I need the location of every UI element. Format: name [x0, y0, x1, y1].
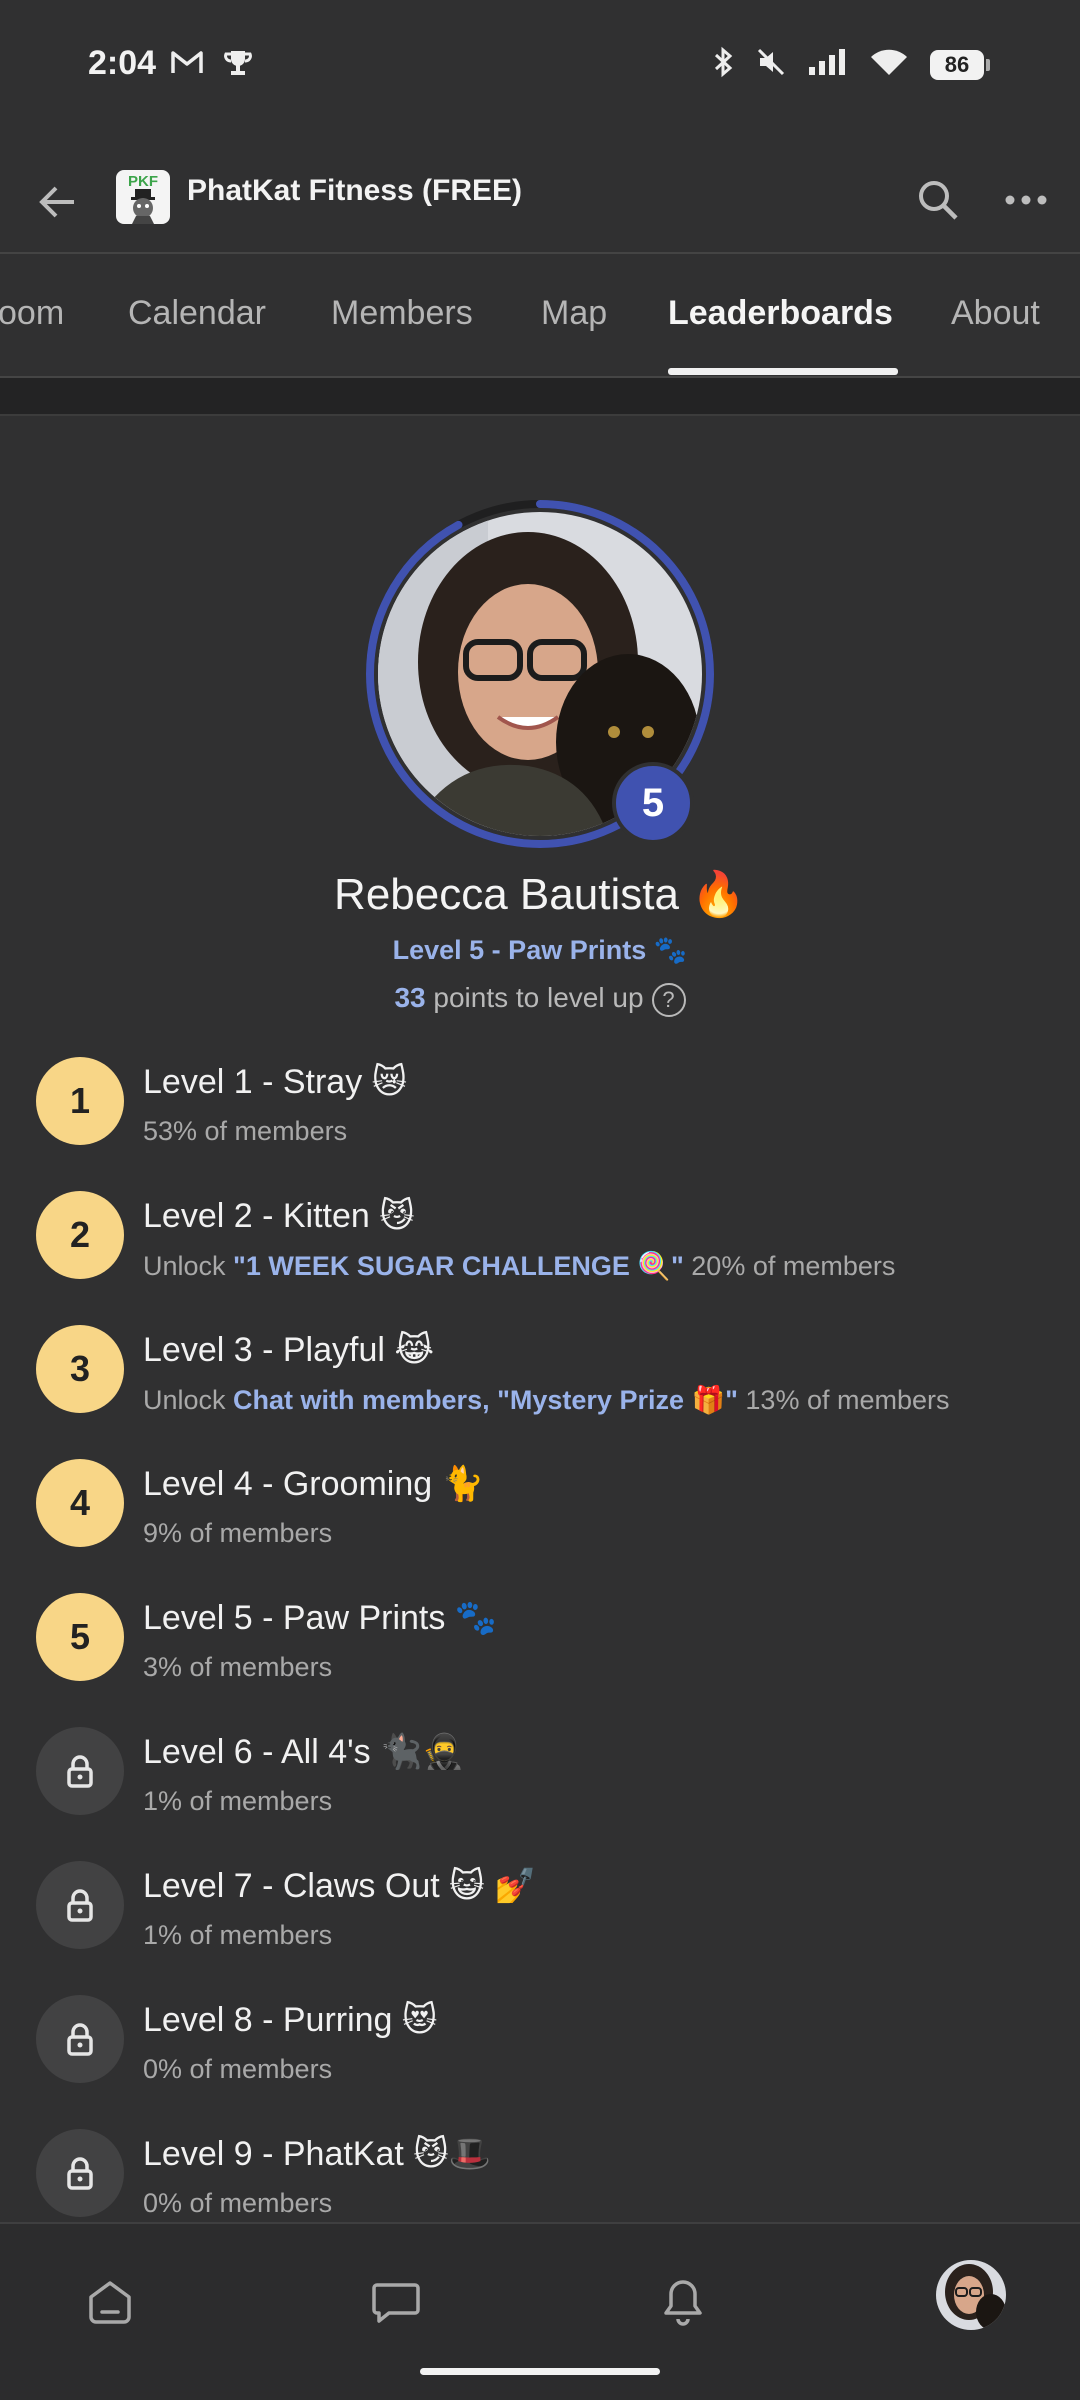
battery-indicator: 86 — [930, 49, 990, 80]
level-lock-circle — [36, 2129, 124, 2217]
back-arrow-icon — [39, 186, 74, 218]
status-time: 2:04 — [88, 44, 157, 82]
level-members: 20% of members — [683, 1251, 896, 1281]
signal-icon — [808, 48, 848, 81]
trophy-icon — [222, 48, 254, 83]
more-options-button[interactable] — [996, 170, 1056, 230]
group-logo[interactable]: PKF — [116, 170, 170, 224]
level-name: Level 5 - Paw Prints 🐾 — [143, 1599, 498, 1637]
level-lock-circle — [36, 1727, 124, 1815]
mute-icon — [756, 47, 786, 82]
level-number-circle: 4 — [36, 1459, 124, 1547]
points-to-level-up: 33 points to level up? — [0, 982, 1080, 1017]
page: 2:04 86 PKF PhatKat Fitness (FREE) oom C… — [0, 0, 1080, 2400]
level-members: 0% of members — [143, 2054, 333, 2084]
back-button[interactable] — [30, 174, 86, 230]
unlock-prefix: Unlock — [143, 1385, 234, 1415]
level-members: 0% of members — [143, 2188, 333, 2218]
level-item: 5 Level 5 - Paw Prints 🐾 3% of members — [0, 1590, 1080, 1720]
tab-calendar[interactable]: Calendar — [128, 294, 266, 333]
nav-home-button[interactable] — [72, 2264, 148, 2340]
level-members: 53% of members — [143, 1116, 348, 1146]
tab-members[interactable]: Members — [331, 294, 473, 333]
unlock-reward-link[interactable]: "1 WEEK SUGAR CHALLENGE 🍭" — [233, 1251, 684, 1281]
level-name: Level 8 - Purring 😻 — [143, 2001, 438, 2039]
logo-text: PKF — [128, 173, 158, 190]
level-name: Level 6 - All 4's 🐈‍⬛🥷 — [143, 1733, 465, 1771]
lock-icon — [67, 1889, 93, 1922]
level-number-circle: 3 — [36, 1325, 124, 1413]
level-name: Level 3 - Playful 😹 — [143, 1331, 435, 1369]
level-members: 13% of members — [737, 1385, 950, 1415]
level-members: 1% of members — [143, 1920, 333, 1950]
battery-tip — [986, 58, 990, 71]
points-value: 33 — [394, 982, 426, 1013]
level-members: 9% of members — [143, 1518, 333, 1548]
nav-notifications-button[interactable] — [645, 2264, 721, 2340]
search-button[interactable] — [908, 170, 968, 230]
level-item: 1 Level 1 - Stray 😿 53% of members — [0, 1054, 1080, 1184]
level-lock-circle — [36, 1995, 124, 2083]
gmail-icon — [170, 48, 204, 83]
tab-map[interactable]: Map — [541, 294, 607, 333]
tab-about[interactable]: About — [951, 294, 1040, 333]
lock-icon — [67, 2023, 93, 2056]
content-divider — [0, 378, 1080, 416]
nav-profile-avatar[interactable] — [936, 2260, 1006, 2330]
tab-classroom[interactable]: oom — [0, 294, 64, 333]
level-item: 4 Level 4 - Grooming 🐈 9% of members — [0, 1456, 1080, 1586]
level-item-locked: Level 7 - Claws Out 😺 💅 1% of members — [0, 1858, 1080, 1988]
profile-name: Rebecca Bautista 🔥 — [334, 870, 746, 919]
active-tab-indicator — [668, 368, 898, 375]
unlock-reward-link[interactable]: Chat with members, "Mystery Prize 🎁" — [233, 1385, 738, 1415]
points-suffix: points to level up — [425, 982, 644, 1013]
level-number-circle: 5 — [36, 1593, 124, 1681]
bluetooth-icon — [712, 46, 734, 83]
app-header: PKF PhatKat Fitness (FREE) — [0, 150, 1080, 254]
unlock-prefix: Unlock — [143, 1251, 234, 1281]
battery-level: 86 — [930, 49, 984, 80]
level-name: Level 4 - Grooming 🐈 — [143, 1465, 484, 1503]
profile-level-label: Level 5 - Paw Prints 🐾 — [392, 935, 688, 965]
search-icon — [919, 181, 958, 220]
level-item: 2 Level 2 - Kitten 😼 Unlock "1 WEEK SUGA… — [0, 1188, 1080, 1318]
level-lock-circle — [36, 1861, 124, 1949]
bell-icon — [664, 2280, 702, 2326]
home-icon — [89, 2281, 131, 2324]
level-number-circle: 2 — [36, 1191, 124, 1279]
level-members: 1% of members — [143, 1786, 333, 1816]
chat-icon — [372, 2283, 420, 2323]
status-right-icons: 86 — [712, 46, 990, 83]
level-name: Level 7 - Claws Out 😺 💅 — [143, 1867, 537, 1905]
profile-avatar[interactable]: 5 — [364, 498, 716, 850]
level-name: Level 1 - Stray 😿 — [143, 1063, 408, 1101]
status-left-icons — [170, 48, 254, 83]
wifi-icon — [870, 47, 908, 82]
status-bar: 2:04 86 — [0, 0, 1080, 135]
group-title[interactable]: PhatKat Fitness (FREE) — [187, 174, 522, 208]
more-horizontal-icon — [1005, 195, 1047, 205]
tab-bar: oom Calendar Members Map Leaderboards Ab… — [0, 256, 1080, 378]
level-item-locked: Level 6 - All 4's 🐈‍⬛🥷 1% of members — [0, 1724, 1080, 1854]
lock-icon — [67, 2157, 93, 2190]
tab-leaderboards[interactable]: Leaderboards — [668, 294, 893, 333]
level-name: Level 2 - Kitten 😼 — [143, 1197, 415, 1235]
home-indicator[interactable] — [420, 2368, 660, 2375]
lock-icon — [67, 1755, 93, 1788]
level-details: Unlock "1 WEEK SUGAR CHALLENGE 🍭" 20% of… — [143, 1250, 895, 1282]
level-item: 3 Level 3 - Playful 😹 Unlock Chat with m… — [0, 1322, 1080, 1452]
level-number-circle: 1 — [36, 1057, 124, 1145]
level-item-locked: Level 8 - Purring 😻 0% of members — [0, 1992, 1080, 2122]
level-members: 3% of members — [143, 1652, 333, 1682]
level-name: Level 9 - PhatKat 😼🎩 — [143, 2135, 492, 2173]
help-icon[interactable]: ? — [651, 982, 686, 1017]
level-details: Unlock Chat with members, "Mystery Prize… — [143, 1384, 950, 1416]
level-badge: 5 — [612, 762, 694, 844]
nav-chat-button[interactable] — [358, 2264, 434, 2340]
